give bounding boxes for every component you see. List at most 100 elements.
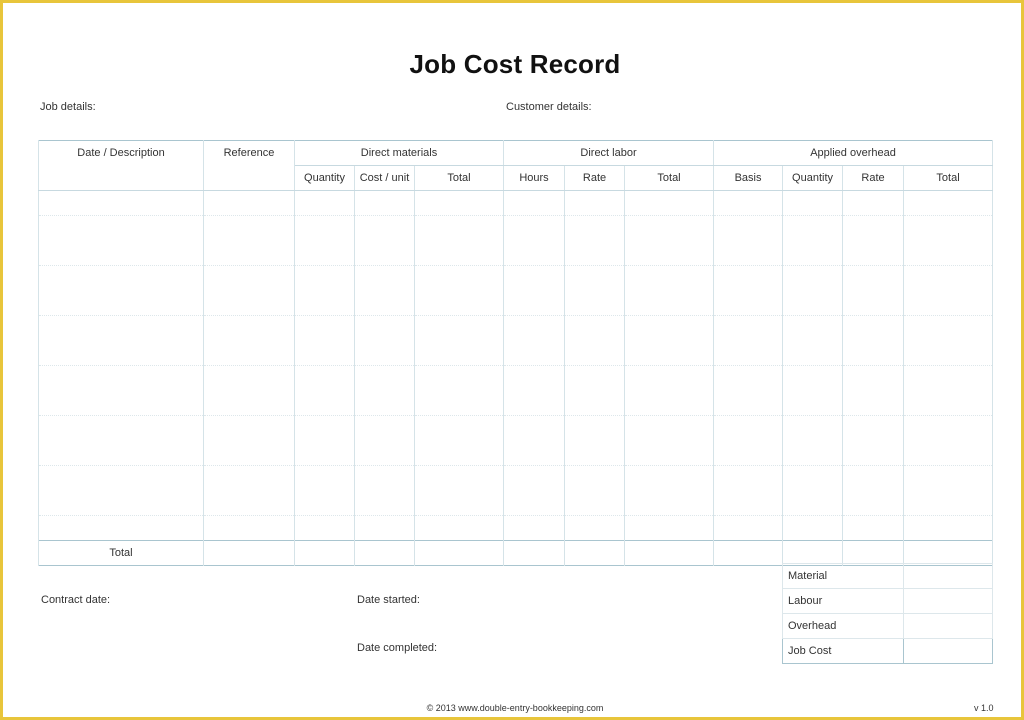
- table-cell[interactable]: [782, 515, 844, 541]
- summary-value-material[interactable]: [903, 563, 993, 589]
- table-cell[interactable]: [38, 515, 204, 541]
- table-cell[interactable]: [503, 215, 566, 266]
- table-cell[interactable]: [782, 265, 844, 316]
- table-cell[interactable]: [624, 515, 715, 541]
- table-cell[interactable]: [564, 365, 626, 416]
- table-cell[interactable]: [782, 415, 844, 466]
- table-cell[interactable]: [782, 190, 844, 216]
- table-cell[interactable]: [713, 515, 784, 541]
- table-cell[interactable]: [782, 365, 844, 416]
- summary-value-job-cost[interactable]: [903, 638, 993, 664]
- table-cell[interactable]: [564, 465, 626, 516]
- table-cell[interactable]: [903, 540, 994, 566]
- table-cell[interactable]: [354, 265, 415, 316]
- table-cell[interactable]: [413, 265, 505, 316]
- table-cell[interactable]: [38, 190, 204, 216]
- table-cell[interactable]: [842, 415, 905, 466]
- table-cell[interactable]: [294, 365, 355, 416]
- table-cell[interactable]: [503, 190, 566, 216]
- table-cell[interactable]: [38, 415, 204, 466]
- table-cell[interactable]: [354, 215, 415, 266]
- table-cell[interactable]: [294, 515, 355, 541]
- table-cell[interactable]: [413, 365, 505, 416]
- table-cell[interactable]: [782, 315, 844, 366]
- table-cell[interactable]: [413, 190, 505, 216]
- table-cell[interactable]: [624, 265, 715, 316]
- table-cell[interactable]: [38, 265, 204, 316]
- table-cell[interactable]: [713, 190, 784, 216]
- table-cell[interactable]: [354, 515, 415, 541]
- table-cell[interactable]: [564, 415, 626, 466]
- table-cell[interactable]: [564, 540, 626, 566]
- table-cell[interactable]: [624, 315, 715, 366]
- table-cell[interactable]: [903, 365, 994, 416]
- table-cell[interactable]: [782, 215, 844, 266]
- table-cell[interactable]: [203, 515, 295, 541]
- table-cell[interactable]: [203, 415, 295, 466]
- table-cell[interactable]: [38, 465, 204, 516]
- table-cell[interactable]: [624, 215, 715, 266]
- table-cell[interactable]: [203, 215, 295, 266]
- table-cell[interactable]: [413, 415, 505, 466]
- table-cell[interactable]: [713, 215, 784, 266]
- table-cell[interactable]: [413, 215, 505, 266]
- table-cell[interactable]: [624, 415, 715, 466]
- table-cell[interactable]: [713, 415, 784, 466]
- table-cell[interactable]: [713, 540, 784, 566]
- table-cell[interactable]: [294, 215, 355, 266]
- table-cell[interactable]: [503, 315, 566, 366]
- table-cell[interactable]: [624, 190, 715, 216]
- table-cell[interactable]: [713, 465, 784, 516]
- table-cell[interactable]: [564, 315, 626, 366]
- table-cell[interactable]: [38, 315, 204, 366]
- summary-value-overhead[interactable]: [903, 613, 993, 639]
- table-cell[interactable]: [413, 515, 505, 541]
- table-cell[interactable]: [294, 190, 355, 216]
- table-cell[interactable]: [713, 365, 784, 416]
- table-cell[interactable]: [782, 465, 844, 516]
- table-cell[interactable]: [903, 465, 994, 516]
- table-cell[interactable]: [842, 515, 905, 541]
- table-cell[interactable]: [903, 190, 994, 216]
- table-cell[interactable]: [294, 265, 355, 316]
- table-cell[interactable]: [564, 265, 626, 316]
- table-cell[interactable]: [38, 215, 204, 266]
- table-cell[interactable]: [203, 465, 295, 516]
- table-cell[interactable]: [413, 540, 505, 566]
- table-cell[interactable]: [294, 315, 355, 366]
- table-cell[interactable]: [842, 465, 905, 516]
- table-cell[interactable]: [564, 190, 626, 216]
- table-cell[interactable]: [842, 190, 905, 216]
- table-cell[interactable]: [413, 465, 505, 516]
- table-cell[interactable]: [503, 365, 566, 416]
- table-cell[interactable]: [354, 465, 415, 516]
- table-cell[interactable]: [503, 265, 566, 316]
- table-cell[interactable]: [503, 515, 566, 541]
- table-cell[interactable]: [354, 190, 415, 216]
- table-cell[interactable]: [503, 540, 566, 566]
- table-cell[interactable]: [354, 540, 415, 566]
- table-cell[interactable]: [903, 515, 994, 541]
- table-cell[interactable]: [354, 315, 415, 366]
- table-cell[interactable]: [203, 540, 295, 566]
- table-cell[interactable]: [713, 265, 784, 316]
- table-cell[interactable]: [713, 315, 784, 366]
- table-cell[interactable]: [903, 215, 994, 266]
- table-cell[interactable]: [354, 365, 415, 416]
- table-cell[interactable]: [624, 365, 715, 416]
- table-cell[interactable]: [903, 265, 994, 316]
- table-cell[interactable]: [564, 515, 626, 541]
- table-cell[interactable]: [503, 465, 566, 516]
- table-cell[interactable]: [294, 465, 355, 516]
- table-cell[interactable]: [782, 540, 844, 566]
- table-cell[interactable]: [842, 265, 905, 316]
- table-cell[interactable]: [564, 215, 626, 266]
- table-cell[interactable]: [903, 315, 994, 366]
- table-cell[interactable]: [413, 315, 505, 366]
- table-cell[interactable]: [903, 415, 994, 466]
- table-cell[interactable]: [842, 365, 905, 416]
- table-cell[interactable]: [203, 190, 295, 216]
- summary-value-labour[interactable]: [903, 588, 993, 614]
- table-cell[interactable]: [203, 265, 295, 316]
- table-cell[interactable]: [842, 540, 905, 566]
